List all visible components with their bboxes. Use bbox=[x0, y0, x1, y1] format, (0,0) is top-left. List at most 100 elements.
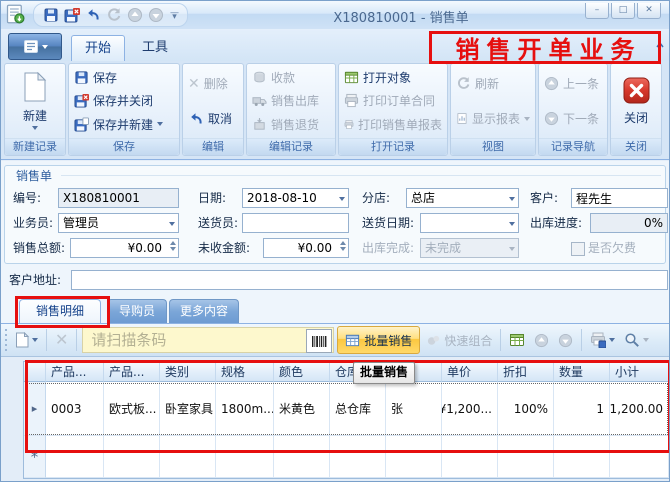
grid-cell[interactable] bbox=[610, 436, 669, 478]
delivery-date-combobox[interactable] bbox=[420, 213, 519, 233]
open-object-button[interactable]: 打开对象 bbox=[341, 66, 445, 89]
chevron-down-icon bbox=[509, 247, 515, 251]
row-indicator: ▸ bbox=[24, 382, 46, 436]
grid-column-header[interactable]: 产品... bbox=[46, 361, 104, 382]
tab-start[interactable]: 开始 bbox=[71, 35, 125, 62]
grid-cell[interactable]: 总仓库 bbox=[330, 382, 386, 436]
detail-grid: 产品...产品...类别规格颜色仓库单价折扣数量小计 ▸0003欧式板...卧室… bbox=[23, 361, 670, 479]
salesman-combobox[interactable]: 管理员 bbox=[58, 213, 179, 233]
move-down-button bbox=[555, 328, 576, 352]
tab-tools[interactable]: 工具 bbox=[129, 35, 181, 61]
total-label: 销售总额: bbox=[13, 238, 65, 258]
grid-cell[interactable]: 0003 bbox=[46, 382, 104, 436]
chevron-down-icon[interactable] bbox=[339, 197, 345, 201]
detail-tab-strip: 销售明细 导购员 更多内容 bbox=[1, 297, 669, 323]
date-combobox[interactable]: 2018-08-10 bbox=[242, 188, 349, 208]
grid-cell[interactable] bbox=[498, 436, 554, 478]
circle-up-icon bbox=[534, 333, 549, 348]
save-new-button[interactable]: 保存并新建 bbox=[71, 113, 177, 136]
grid-cell[interactable] bbox=[442, 436, 498, 478]
grid-cell[interactable] bbox=[104, 436, 160, 478]
grid-cell[interactable] bbox=[216, 436, 274, 478]
grid-cell[interactable]: 张 bbox=[386, 382, 442, 436]
grid-cell[interactable]: 卧室家具 bbox=[160, 382, 216, 436]
close-button[interactable]: 关闭 bbox=[623, 77, 650, 126]
save-button[interactable]: 保存 bbox=[71, 66, 177, 89]
total-spinner[interactable]: ¥0.00 bbox=[70, 238, 179, 258]
deliveryman-field[interactable] bbox=[242, 213, 349, 233]
grid-column-header[interactable]: 类别 bbox=[160, 361, 216, 382]
grid-new-row[interactable]: * bbox=[24, 436, 669, 478]
tab-more-content[interactable]: 更多内容 bbox=[169, 299, 239, 323]
print-export-button[interactable] bbox=[587, 328, 618, 352]
grid-cell[interactable] bbox=[554, 436, 610, 478]
barcode-input[interactable] bbox=[82, 327, 334, 353]
detail-toolbar: ✕ 批量销售 快速组合 bbox=[1, 323, 669, 357]
barcode-icon[interactable] bbox=[306, 329, 332, 353]
chevron-down-icon[interactable] bbox=[509, 222, 515, 226]
save-close-button[interactable]: 保存并关闭 bbox=[71, 89, 177, 112]
grid-data-row[interactable]: ▸0003欧式板...卧室家具1800m...米黄色总仓库张¥1,200...1… bbox=[24, 382, 669, 436]
unpaid-spinner[interactable]: ¥0.00 bbox=[263, 238, 349, 258]
maximize-button[interactable]: □ bbox=[611, 3, 635, 19]
outbound-progress-label: 出库进度: bbox=[530, 213, 582, 233]
outbound-done-combobox: 未完成 bbox=[420, 238, 519, 258]
window-title: X180810001 - 销售单 bbox=[271, 7, 531, 26]
grid-cell[interactable] bbox=[274, 436, 330, 478]
new-button[interactable]: 新建 bbox=[23, 72, 47, 130]
ribbon: 新建 新建记录 保存 保存并关闭 保存并新建 bbox=[1, 61, 669, 160]
grid-column-header[interactable]: 单价 bbox=[442, 361, 498, 382]
grid-column-header[interactable]: 数量 bbox=[554, 361, 610, 382]
branch-combobox[interactable]: 总店 bbox=[406, 188, 519, 208]
new-row-button[interactable] bbox=[12, 328, 41, 352]
group-record-nav: 上一条 下一条 记录导航 bbox=[538, 63, 608, 156]
chevron-down-icon[interactable] bbox=[609, 338, 615, 342]
grid-column-header[interactable]: 规格 bbox=[216, 361, 274, 382]
grid-cell[interactable]: 1800m... bbox=[216, 382, 274, 436]
grid-cell[interactable]: ¥1,200.00 bbox=[610, 382, 669, 436]
order-no-field: X180810001 bbox=[58, 188, 179, 208]
chevron-down-icon[interactable] bbox=[169, 222, 175, 226]
spinner-arrows-icon[interactable] bbox=[170, 241, 176, 251]
tab-shopping-guide[interactable]: 导购员 bbox=[107, 299, 167, 323]
spinner-arrows-icon[interactable] bbox=[340, 241, 346, 251]
open-table-button[interactable] bbox=[506, 328, 528, 352]
undo-icon[interactable] bbox=[84, 6, 102, 24]
grid-cell[interactable]: ¥1,200... bbox=[442, 382, 498, 436]
grid-cell[interactable] bbox=[46, 436, 104, 478]
grid-cell[interactable]: 100% bbox=[498, 382, 554, 436]
cancel-button[interactable]: 取消 bbox=[185, 107, 241, 130]
tab-sales-detail[interactable]: 销售明细 bbox=[19, 299, 101, 323]
grid-cell[interactable] bbox=[330, 436, 386, 478]
minimize-button[interactable]: – bbox=[585, 3, 609, 19]
customer-field[interactable] bbox=[571, 188, 668, 208]
ribbon-tab-row: 开始 工具 销售开单业务 bbox=[1, 29, 669, 61]
toolbar-grip[interactable] bbox=[5, 329, 7, 351]
search-button[interactable] bbox=[621, 328, 652, 352]
grid-cell[interactable] bbox=[160, 436, 216, 478]
batch-sale-button[interactable]: 批量销售 bbox=[337, 326, 420, 354]
close-window-button[interactable]: ✕ bbox=[637, 3, 661, 19]
grid-cell[interactable]: 米黄色 bbox=[274, 382, 330, 436]
grid-cell[interactable] bbox=[386, 436, 442, 478]
address-field[interactable] bbox=[71, 270, 668, 290]
grid-column-header[interactable]: 颜色 bbox=[274, 361, 330, 382]
chevron-down-icon[interactable] bbox=[509, 197, 515, 201]
sales-return-button: 销售退货 bbox=[249, 113, 333, 136]
grid-indicator-header[interactable] bbox=[24, 361, 46, 382]
chevron-down-icon bbox=[42, 45, 48, 49]
save-close-icon[interactable] bbox=[63, 6, 81, 24]
grid-column-header[interactable]: 小计 bbox=[610, 361, 669, 382]
qat-customize-icon[interactable]: —▾ bbox=[170, 11, 179, 19]
title-bar: —▾ X180810001 - 销售单 – □ ✕ bbox=[1, 1, 669, 30]
groupbox-divider bbox=[61, 175, 661, 176]
save-icon[interactable] bbox=[42, 6, 60, 24]
application-menu-button[interactable] bbox=[8, 33, 62, 60]
delete-x-icon: ✕ bbox=[55, 332, 68, 348]
grid-column-header[interactable]: 产品... bbox=[104, 361, 160, 382]
grid-cell[interactable]: 1 bbox=[554, 382, 610, 436]
delete-x-icon: ✕ bbox=[188, 77, 200, 91]
grid-column-header[interactable]: 折扣 bbox=[498, 361, 554, 382]
chevron-down-icon[interactable] bbox=[32, 338, 38, 342]
grid-cell[interactable]: 欧式板... bbox=[104, 382, 160, 436]
